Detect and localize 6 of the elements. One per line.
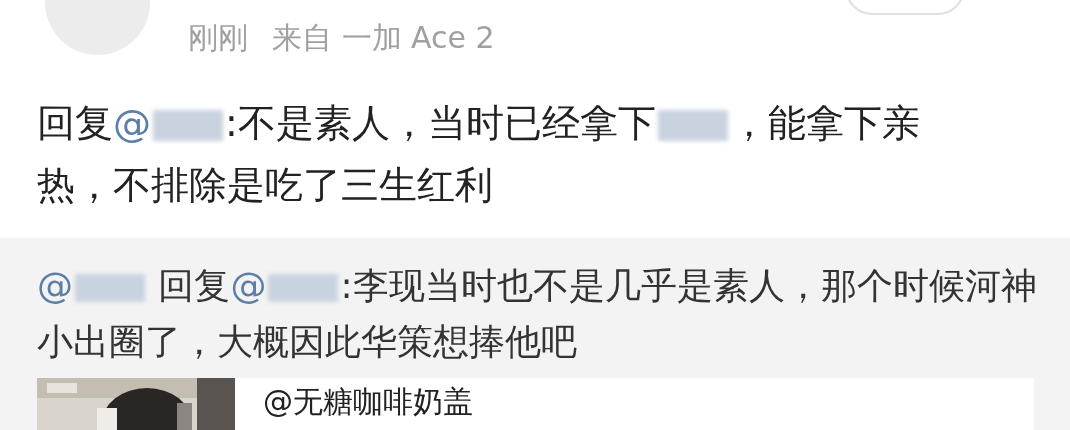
post-source: 来自 一加 Ace 2 xyxy=(272,19,495,57)
quoted-text: @ 回复@ :李现当时也不是几乎是素人，那个时候河神小出圈了，大概因此华策想捧他吧 xyxy=(37,264,1037,364)
comment-text: 回复@ :不是素人，当时已经拿下 ，能拿下亲热，不排除是吃了三生红利 xyxy=(36,100,921,209)
card-title: @无糖咖啡奶盖 xyxy=(262,383,473,421)
link-card[interactable]: @无糖咖啡奶盖 xyxy=(37,378,1034,430)
post-time: 刚刚 xyxy=(188,19,248,57)
